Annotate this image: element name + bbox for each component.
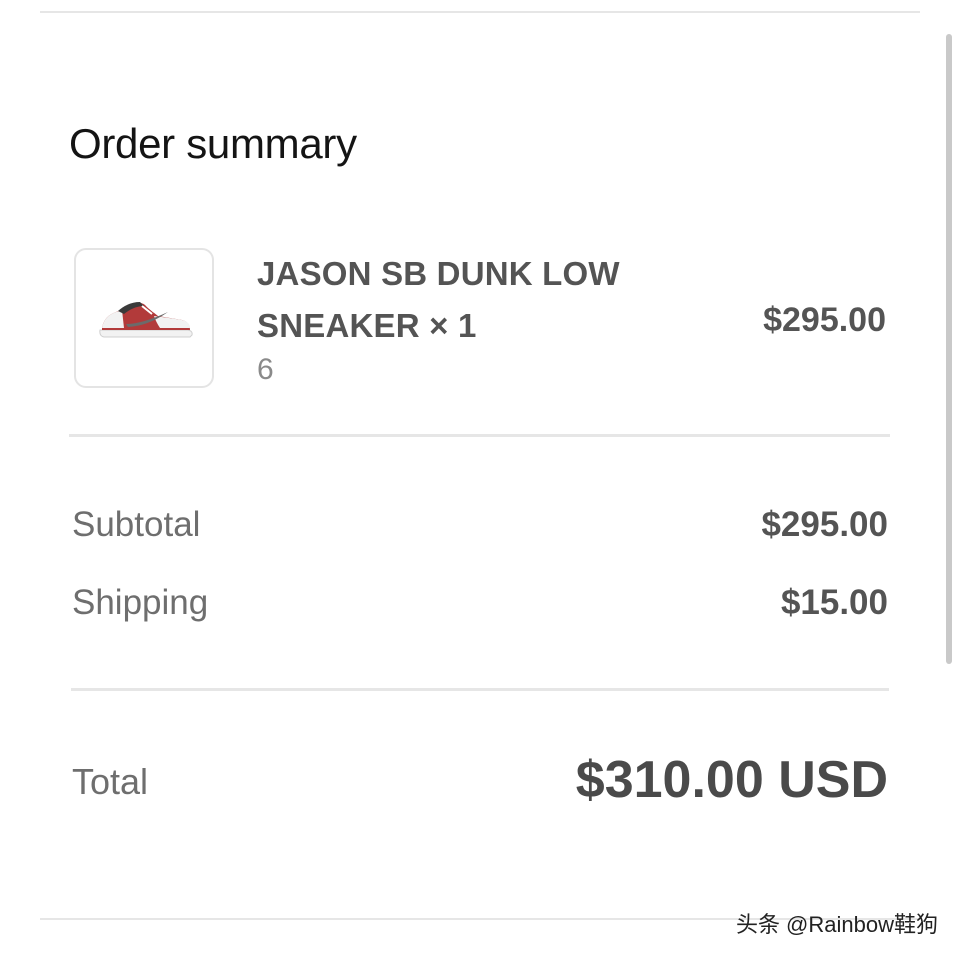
total-value: $310.00 USD <box>575 751 888 809</box>
shipping-label: Shipping <box>72 583 209 622</box>
items-divider <box>69 434 890 437</box>
order-summary-page: Order summary JASON SB DUNK LOW SNEAKER … <box>0 0 960 960</box>
subtotal-value: $295.00 <box>761 505 888 544</box>
sneaker-icon <box>99 302 193 338</box>
total-label: Total <box>72 761 149 802</box>
product-name: JASON SB DUNK LOW SNEAKER × 1 <box>257 255 620 344</box>
watermark-text: 头条 @Rainbow鞋狗 <box>735 912 938 937</box>
vertical-scrollbar[interactable] <box>946 34 952 664</box>
product-variant: 6 <box>257 353 274 386</box>
product-price: $295.00 <box>763 301 886 339</box>
shipping-value: $15.00 <box>780 583 888 622</box>
top-divider <box>40 11 920 13</box>
subtotal-label: Subtotal <box>72 505 201 544</box>
product-thumbnail <box>74 248 214 388</box>
totals-divider <box>71 688 889 691</box>
page-title: Order summary <box>69 120 357 167</box>
